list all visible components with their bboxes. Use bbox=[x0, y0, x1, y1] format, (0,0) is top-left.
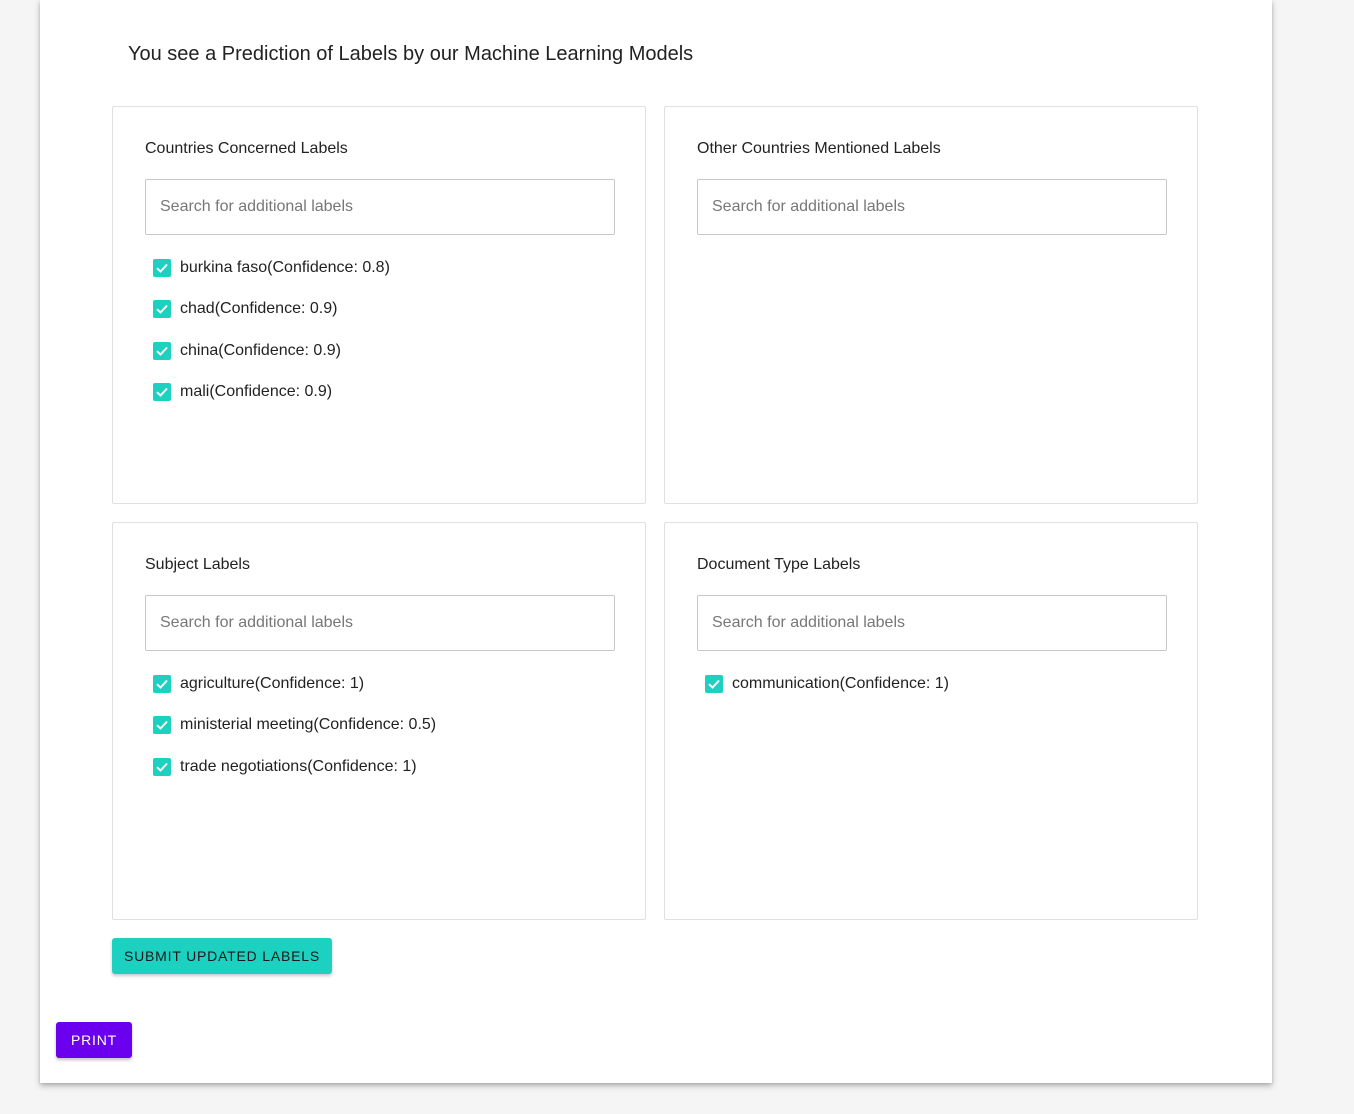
label-list: agriculture(Confidence: 1) ministerial m… bbox=[153, 663, 436, 788]
label-list: communication(Confidence: 1) bbox=[705, 663, 949, 705]
label-text: mali(Confidence: 0.9) bbox=[180, 383, 333, 401]
page-title: You see a Prediction of Labels by our Ma… bbox=[128, 43, 694, 65]
search-input-document-type[interactable] bbox=[697, 595, 1167, 651]
panel-title: Countries Concerned Labels bbox=[145, 140, 348, 157]
label-option[interactable]: china(Confidence: 0.9) bbox=[153, 330, 390, 372]
label-option[interactable]: ministerial meeting(Confidence: 0.5) bbox=[153, 705, 436, 747]
label-list: burkina faso(Confidence: 0.8) chad(Confi… bbox=[153, 247, 390, 413]
submit-updated-labels-button[interactable]: SUBMIT UPDATED LABELS bbox=[112, 938, 332, 974]
checkbox-checked-icon[interactable] bbox=[153, 341, 171, 360]
label-text: trade negotiations(Confidence: 1) bbox=[180, 757, 417, 775]
label-text: burkina faso(Confidence: 0.8) bbox=[180, 258, 390, 276]
checkbox-checked-icon[interactable] bbox=[153, 258, 171, 277]
checkbox-checked-icon[interactable] bbox=[153, 383, 171, 402]
checkbox-checked-icon[interactable] bbox=[153, 757, 171, 776]
checkbox-checked-icon[interactable] bbox=[153, 716, 171, 735]
panel-title: Document Type Labels bbox=[697, 556, 861, 573]
panel-title: Other Countries Mentioned Labels bbox=[697, 140, 941, 157]
panel-title: Subject Labels bbox=[145, 556, 250, 573]
label-text: agriculture(Confidence: 1) bbox=[180, 674, 365, 692]
checkbox-checked-icon[interactable] bbox=[705, 674, 723, 693]
panel-document-type: Document Type Labels communication(Confi… bbox=[664, 522, 1198, 920]
label-text: china(Confidence: 0.9) bbox=[180, 341, 341, 359]
label-option[interactable]: chad(Confidence: 0.9) bbox=[153, 289, 390, 331]
panel-countries-concerned: Countries Concerned Labels burkina faso(… bbox=[112, 106, 646, 504]
search-input-other-countries[interactable] bbox=[697, 179, 1167, 235]
panel-other-countries-mentioned: Other Countries Mentioned Labels bbox=[664, 106, 1198, 504]
search-input-countries-concerned[interactable] bbox=[145, 179, 615, 235]
checkbox-checked-icon[interactable] bbox=[153, 300, 171, 319]
label-text: ministerial meeting(Confidence: 0.5) bbox=[180, 716, 437, 734]
label-text: chad(Confidence: 0.9) bbox=[180, 300, 338, 318]
label-option[interactable]: trade negotiations(Confidence: 1) bbox=[153, 746, 436, 788]
label-option[interactable]: communication(Confidence: 1) bbox=[705, 663, 949, 705]
label-option[interactable]: burkina faso(Confidence: 0.8) bbox=[153, 247, 390, 289]
panel-subject: Subject Labels agriculture(Confidence: 1… bbox=[112, 522, 646, 920]
print-button[interactable]: PRINT bbox=[56, 1022, 132, 1058]
search-input-subject[interactable] bbox=[145, 595, 615, 651]
label-text: communication(Confidence: 1) bbox=[732, 674, 949, 692]
label-option[interactable]: agriculture(Confidence: 1) bbox=[153, 663, 436, 705]
main-card: You see a Prediction of Labels by our Ma… bbox=[40, 0, 1272, 1083]
label-option[interactable]: mali(Confidence: 0.9) bbox=[153, 372, 390, 414]
checkbox-checked-icon[interactable] bbox=[153, 674, 171, 693]
